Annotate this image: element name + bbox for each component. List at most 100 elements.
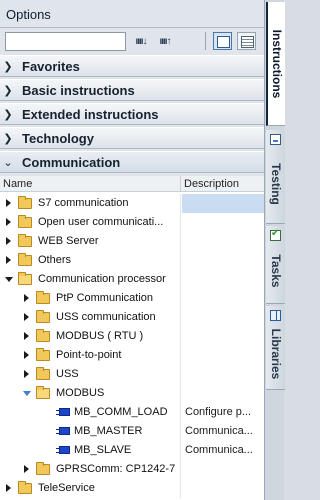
folder-open-icon bbox=[18, 272, 32, 285]
expand-arrow-icon[interactable] bbox=[6, 256, 11, 264]
tree-row-open-user-communication[interactable]: Open user communicati... bbox=[0, 213, 264, 232]
description-cell bbox=[182, 232, 264, 251]
overview-mode-button[interactable] bbox=[213, 32, 232, 50]
tasks-icon bbox=[270, 228, 281, 241]
expand-arrow-icon[interactable] bbox=[6, 484, 11, 492]
tree-row-teleservice[interactable]: TeleService bbox=[0, 479, 264, 498]
section-label: Favorites bbox=[22, 58, 80, 74]
name-cell: S7 communication bbox=[0, 194, 181, 213]
row-label: MB_MASTER bbox=[74, 425, 143, 437]
folder-icon bbox=[36, 348, 50, 361]
expand-arrow-icon[interactable] bbox=[24, 313, 29, 321]
expand-arrow-icon[interactable] bbox=[24, 465, 29, 473]
toolbar-separator bbox=[205, 32, 206, 50]
tree-row-mb-master[interactable]: MB_MASTER Communica... bbox=[0, 422, 264, 441]
tree-row-s7-communication[interactable]: S7 communication bbox=[0, 194, 264, 213]
description-cell bbox=[182, 327, 264, 346]
description-cell bbox=[182, 270, 264, 289]
section-communication[interactable]: ⌄ Communication bbox=[0, 151, 264, 173]
row-label: USS bbox=[56, 368, 79, 380]
name-cell: Open user communicati... bbox=[0, 213, 181, 232]
tree-row-gprscomm[interactable]: GPRSComm: CP1242-7 bbox=[0, 460, 264, 479]
tab-label: Tasks bbox=[268, 254, 283, 288]
description-cell bbox=[182, 289, 264, 308]
column-header-name[interactable]: Name bbox=[0, 176, 181, 192]
name-cell: Others bbox=[0, 251, 181, 270]
description-cell: Configure p... bbox=[185, 406, 252, 418]
expand-arrow-icon[interactable] bbox=[24, 332, 29, 340]
row-label: Communication processor bbox=[38, 273, 166, 285]
tree-row-uss[interactable]: USS bbox=[0, 365, 264, 384]
tree-row-uss-communication[interactable]: USS communication bbox=[0, 308, 264, 327]
search-up-icon: ıııı↑ bbox=[159, 35, 171, 47]
row-label: Open user communicati... bbox=[38, 216, 164, 228]
description-cell bbox=[182, 479, 264, 498]
expand-arrow-icon[interactable] bbox=[6, 199, 11, 207]
tree-row-communication-processor[interactable]: Communication processor bbox=[0, 270, 264, 289]
row-label: Point-to-point bbox=[56, 349, 122, 361]
collapse-arrow-icon[interactable] bbox=[23, 391, 31, 396]
description-cell bbox=[182, 384, 264, 403]
row-label: PtP Communication bbox=[56, 292, 154, 304]
chevron-down-icon: ⌄ bbox=[3, 156, 13, 169]
row-label: S7 communication bbox=[38, 197, 129, 209]
tree-row-others[interactable]: Others bbox=[0, 251, 264, 270]
name-cell: Communication processor bbox=[0, 270, 181, 289]
description-cell bbox=[182, 194, 264, 213]
tree-row-mb-comm-load[interactable]: MB_COMM_LOAD Configure p... bbox=[0, 403, 264, 422]
tree-row-ptp-communication[interactable]: PtP Communication bbox=[0, 289, 264, 308]
folder-open-icon bbox=[36, 386, 50, 399]
description-cell bbox=[182, 213, 264, 232]
row-label: GPRSComm: CP1242-7 bbox=[56, 463, 176, 475]
description-cell bbox=[182, 251, 264, 270]
folder-icon bbox=[18, 196, 32, 209]
expand-arrow-icon[interactable] bbox=[6, 218, 11, 226]
tab-libraries[interactable]: Libraries bbox=[266, 306, 285, 390]
row-label: WEB Server bbox=[38, 235, 99, 247]
collapse-arrow-icon[interactable] bbox=[5, 277, 13, 282]
column-header-description[interactable]: Description bbox=[181, 176, 264, 192]
section-technology[interactable]: ❯ Technology bbox=[0, 127, 264, 149]
tab-testing[interactable]: Testing bbox=[266, 130, 285, 224]
expand-arrow-icon[interactable] bbox=[24, 294, 29, 302]
chevron-right-icon: ❯ bbox=[3, 108, 13, 121]
tab-instructions[interactable]: Instructions bbox=[266, 2, 285, 126]
tree-row-web-server[interactable]: WEB Server bbox=[0, 232, 264, 251]
description-cell bbox=[182, 460, 264, 479]
expand-arrow-icon[interactable] bbox=[24, 370, 29, 378]
tab-label: Libraries bbox=[268, 328, 283, 380]
tree-row-point-to-point[interactable]: Point-to-point bbox=[0, 346, 264, 365]
instruction-tree: Name Description S7 communication Open u… bbox=[0, 176, 264, 500]
row-label: USS communication bbox=[56, 311, 156, 323]
tree-row-modbus[interactable]: MODBUS bbox=[0, 384, 264, 403]
name-cell: PtP Communication bbox=[0, 289, 181, 308]
tree-row-mb-slave[interactable]: MB_SLAVE Communica... bbox=[0, 441, 264, 460]
tab-tasks[interactable]: Tasks bbox=[266, 226, 285, 304]
name-cell: USS bbox=[0, 365, 181, 384]
section-label: Basic instructions bbox=[22, 82, 135, 98]
section-basic-instructions[interactable]: ❯ Basic instructions bbox=[0, 79, 264, 101]
tree-row-modbus-rtu[interactable]: MODBUS ( RTU ) bbox=[0, 327, 264, 346]
row-label: Others bbox=[38, 254, 72, 266]
folder-icon bbox=[18, 253, 32, 266]
section-extended-instructions[interactable]: ❯ Extended instructions bbox=[0, 103, 264, 125]
search-input[interactable] bbox=[5, 32, 126, 51]
chevron-right-icon: ❯ bbox=[3, 132, 13, 145]
section-favorites[interactable]: ❯ Favorites bbox=[0, 55, 264, 77]
search-down-button[interactable]: ıııı↓ bbox=[131, 32, 151, 50]
name-cell: MODBUS bbox=[0, 384, 181, 403]
description-cell: Communica... bbox=[185, 425, 253, 437]
expand-arrow-icon[interactable] bbox=[24, 351, 29, 359]
function-block-icon bbox=[56, 408, 70, 416]
list-mode-button[interactable] bbox=[237, 32, 256, 50]
description-cell bbox=[182, 365, 264, 384]
search-up-button[interactable]: ıııı↑ bbox=[155, 32, 175, 50]
testing-icon bbox=[270, 134, 281, 145]
name-cell: GPRSComm: CP1242-7 bbox=[0, 460, 181, 479]
folder-icon bbox=[18, 215, 32, 228]
row-label: MODBUS ( RTU ) bbox=[56, 330, 144, 342]
row-label: MODBUS bbox=[56, 387, 105, 399]
row-label: TeleService bbox=[38, 482, 95, 494]
expand-arrow-icon[interactable] bbox=[6, 237, 11, 245]
instructions-pane: Options ıııı↓ ıııı↑ ❯ Favorites ❯ Basic … bbox=[0, 0, 264, 500]
